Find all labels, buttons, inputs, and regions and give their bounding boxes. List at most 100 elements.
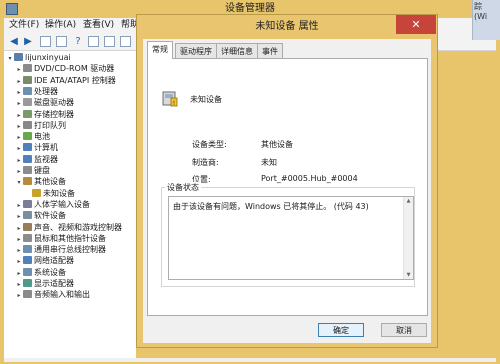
tree-item-label: 键盘	[34, 166, 50, 175]
tree-item[interactable]: ▸ DVD/CD-ROM 驱动器	[15, 63, 114, 74]
cancel-button[interactable]: 取消	[381, 323, 427, 337]
menu-file[interactable]: 文件(F)	[6, 18, 42, 32]
tree-item[interactable]: ▸ 磁盘驱动器	[15, 97, 74, 108]
unknown-device-icon: !	[162, 91, 178, 107]
device-category-icon	[32, 188, 41, 197]
expand-arrow-icon[interactable]: ▸	[15, 290, 23, 301]
tab-general[interactable]: 常规	[147, 41, 173, 59]
tree-item[interactable]: ▸ 人体学输入设备	[15, 199, 90, 210]
background-window-text-line2: (Wi	[474, 12, 488, 21]
tree-item[interactable]: 未知设备	[24, 188, 75, 199]
back-arrow-icon[interactable]: ◀	[8, 35, 20, 47]
collapse-arrow-icon[interactable]: ▾	[6, 53, 14, 64]
tree-item-label: 声音、视频和游戏控制器	[34, 222, 122, 232]
device-category-icon	[23, 279, 32, 287]
menu-view[interactable]: 查看(V)	[80, 18, 117, 32]
tree-item[interactable]: ▸ 音频输入和输出	[15, 289, 90, 300]
tree-item-label: 网络适配器	[34, 256, 74, 266]
prop-device-type-label: 设备类型:	[192, 140, 227, 149]
prop-manufacturer-label: 制造商:	[192, 158, 219, 167]
tree-item[interactable]: ▸ 声音、视频和游戏控制器	[15, 222, 122, 233]
tree-item-label: 电池	[34, 132, 50, 142]
tree-item[interactable]: ▾ 其他设备	[15, 176, 66, 187]
device-category-icon	[23, 109, 32, 118]
tree-item[interactable]: ▸ 鼠标和其他指针设备	[15, 233, 106, 244]
device-category-icon	[23, 166, 32, 174]
scan-hardware-toolbar-icon[interactable]	[88, 36, 99, 47]
tree-item[interactable]: ▸ 计算机	[15, 142, 58, 153]
tree-item[interactable]: ▸ 通用串行总线控制器	[15, 244, 106, 255]
device-category-icon	[23, 86, 32, 95]
tree-item-label: 鼠标和其他指针设备	[34, 233, 106, 243]
device-category-icon	[23, 245, 32, 254]
tree-item-label: 人体学输入设备	[34, 199, 90, 209]
status-scrollbar[interactable]: ▲ ▼	[403, 197, 413, 279]
tree-item[interactable]: ▸ 网络适配器	[15, 255, 74, 266]
scroll-up-icon[interactable]: ▲	[405, 198, 412, 204]
show-hidden-toolbar-icon[interactable]	[56, 36, 67, 47]
device-category-icon	[23, 199, 32, 208]
prop-manufacturer-value: 未知	[261, 158, 277, 167]
tab-panel-general: ! 未知设备 设备类型: 其他设备 制造商: 未知 位置: Port_#0005…	[147, 58, 428, 316]
tree-item[interactable]: ▸ 软件设备	[15, 210, 66, 221]
tree-item[interactable]: ▸ 打印队列	[15, 120, 66, 131]
properties-dialog: 未知设备 属性 ✕ 常规 驱动程序 详细信息 事件 ! 未知设备 设备类型: 其…	[136, 14, 438, 348]
tab-driver[interactable]: 驱动程序	[175, 43, 217, 58]
device-manager-app-icon	[6, 3, 18, 15]
tree-item[interactable]: ▸ 电池	[15, 131, 50, 142]
prop-device-type-value: 其他设备	[261, 140, 293, 149]
ok-button[interactable]: 确定	[318, 323, 364, 337]
tree-item-label: 音频输入和输出	[34, 290, 90, 300]
svg-text:!: !	[173, 100, 175, 107]
properties-toolbar-icon[interactable]	[40, 36, 51, 47]
tree-item[interactable]: ▸ 键盘	[15, 165, 50, 176]
device-name: 未知设备	[190, 95, 222, 104]
tree-item-label: 系统设备	[34, 267, 66, 277]
device-category-icon	[23, 222, 32, 231]
tree-item-label: IDE ATA/ATAPI 控制器	[34, 75, 116, 85]
device-status-text: 由于该设备有问题，Windows 已将其停止。 (代码 43)	[173, 202, 369, 211]
prop-location-value: Port_#0005.Hub_#0004	[261, 174, 358, 183]
device-category-icon	[23, 120, 32, 129]
tree-item[interactable]: ▸ 监视器	[15, 154, 58, 165]
tree-item-label: 处理器	[34, 86, 58, 96]
tree-item-label: 软件设备	[34, 211, 66, 221]
device-category-icon	[14, 53, 23, 61]
tree-item[interactable]: ▸ IDE ATA/ATAPI 控制器	[15, 75, 116, 86]
tree-item-label: 计算机	[34, 143, 58, 153]
device-category-icon	[23, 98, 32, 107]
device-toolbar-icon[interactable]	[104, 36, 115, 47]
device-status-label: 设备状态	[165, 182, 201, 193]
tab-events[interactable]: 事件	[257, 43, 283, 58]
device-category-icon	[23, 290, 32, 299]
tree-item[interactable]: ▸ 处理器	[15, 86, 58, 97]
tree-item[interactable]: ▸ 系统设备	[15, 267, 66, 278]
background-window-text: 踪 (Wi	[474, 2, 487, 22]
tree-item[interactable]: ▸ 存储控制器	[15, 109, 74, 120]
tree-item-label: lijunxinyuai	[25, 53, 71, 62]
dialog-body: 常规 驱动程序 详细信息 事件 ! 未知设备 设备类型: 其他设备 制造商: 未…	[143, 39, 431, 343]
device-category-icon	[23, 177, 32, 186]
tree-item-label: 存储控制器	[34, 109, 74, 119]
update-driver-toolbar-icon[interactable]	[120, 36, 131, 47]
device-category-icon	[23, 233, 32, 242]
background-window-text-line1: 踪	[474, 2, 482, 11]
tree-item-label: 显示适配器	[34, 279, 74, 288]
close-icon[interactable]: ✕	[396, 15, 436, 34]
device-status-textbox[interactable]: 由于该设备有问题，Windows 已将其停止。 (代码 43) ▲ ▼	[168, 196, 414, 280]
help-toolbar-icon[interactable]: ?	[72, 35, 84, 47]
menu-action[interactable]: 操作(A)	[42, 18, 79, 32]
device-tree: ▾ lijunxinyuai ▸ DVD/CD-ROM 驱动器 ▸ IDE ATA/ATA…	[4, 51, 136, 360]
tree-item-label: 磁盘驱动器	[34, 98, 74, 108]
device-category-icon	[23, 267, 32, 276]
tab-details[interactable]: 详细信息	[216, 43, 258, 58]
tree-item[interactable]: ▸ 显示适配器	[15, 278, 74, 289]
status-bar	[4, 358, 496, 362]
tree-item-label: 打印队列	[34, 120, 66, 130]
tree-item-label: DVD/CD-ROM 驱动器	[34, 64, 115, 74]
tree-root[interactable]: ▾ lijunxinyuai	[6, 52, 71, 63]
scroll-down-icon[interactable]: ▼	[405, 272, 412, 278]
collapse-arrow-icon[interactable]: ▾	[15, 177, 23, 188]
device-category-icon	[23, 143, 32, 152]
forward-arrow-icon[interactable]: ▶	[22, 35, 34, 47]
